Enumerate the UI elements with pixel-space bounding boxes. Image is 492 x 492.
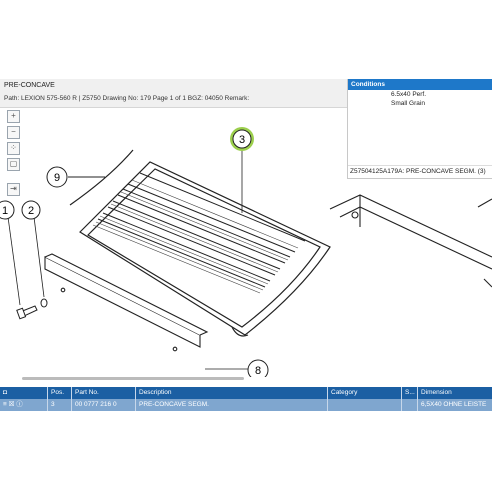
cell-dimension: 6,5X40 OHNE LEISTE	[421, 401, 487, 408]
bolt-part	[16, 298, 48, 320]
table-toolbar-icon[interactable]: ◘	[0, 387, 48, 399]
conditions-title: Conditions	[348, 79, 492, 90]
col-dimension[interactable]: Dimension	[418, 387, 492, 399]
svg-text:2: 2	[28, 205, 34, 217]
condition-line-1: 6.5x40 Perf.	[391, 91, 427, 98]
parts-drawing[interactable]: 3 9 1 2 8	[0, 107, 492, 377]
concave-segment	[79, 161, 331, 337]
callout-9[interactable]: 9	[46, 166, 68, 188]
cell-s	[402, 399, 418, 411]
svg-text:1: 1	[2, 205, 8, 217]
callout-2[interactable]: 2	[21, 200, 41, 220]
callout-3[interactable]: 3	[230, 127, 254, 213]
svg-text:8: 8	[255, 365, 261, 377]
callout-1[interactable]: 1	[0, 200, 15, 220]
col-part-no[interactable]: Part No.	[72, 387, 136, 399]
svg-text:3: 3	[239, 134, 245, 146]
row-icons[interactable]: ≡ ☒ ⓘ	[0, 399, 48, 411]
table-header: ◘ Pos. Part No. Description Category S..…	[0, 387, 492, 399]
svg-text:9: 9	[54, 172, 60, 184]
bar-part	[44, 253, 209, 352]
table-row[interactable]: ≡ ☒ ⓘ 3 00 0777 216 0 PRE-CONCAVE SEGM. …	[0, 399, 492, 411]
frame-fragment	[329, 194, 492, 288]
callout-8[interactable]: 8	[205, 359, 269, 377]
cell-category	[328, 399, 402, 411]
col-pos[interactable]: Pos.	[48, 387, 72, 399]
drawing-title: PRE-CONCAVE	[4, 82, 55, 89]
col-description[interactable]: Description	[136, 387, 328, 399]
horizontal-scrollbar[interactable]	[22, 377, 244, 380]
cell-description: PRE-CONCAVE SEGM.	[136, 399, 328, 411]
parts-table: ◘ Pos. Part No. Description Category S..…	[0, 387, 492, 411]
cell-pos: 3	[48, 399, 72, 411]
col-category[interactable]: Category	[328, 387, 402, 399]
drawing-path: Path: LEXION 575-560 R | Z5750 Drawing N…	[4, 95, 250, 102]
col-s[interactable]: S...	[402, 387, 418, 399]
cell-part-no: 00 0777 216 0	[72, 399, 136, 411]
